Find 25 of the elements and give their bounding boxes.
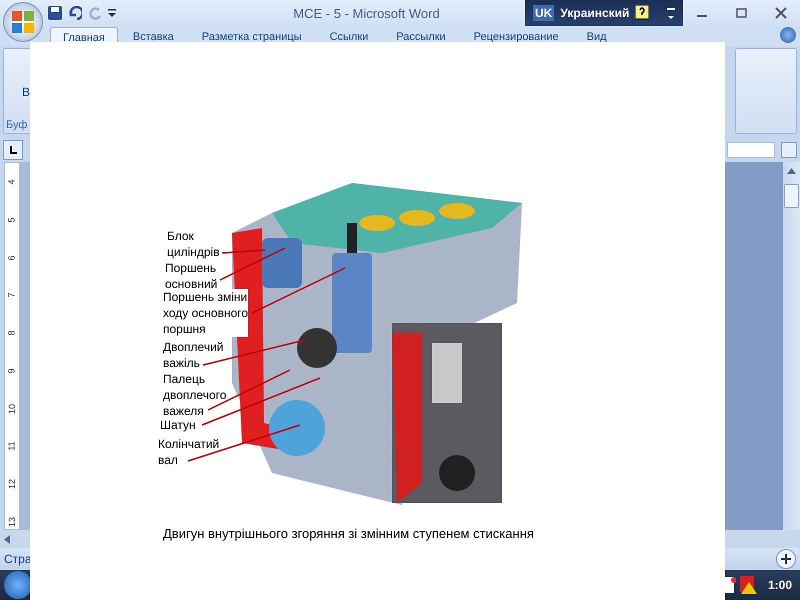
ribbon-tab[interactable]: Вставка: [120, 26, 187, 46]
ruler-number: 10: [7, 404, 17, 414]
ribbon-tab[interactable]: Ссылки: [316, 26, 382, 46]
window-title: MCE - 5 - Microsoft Word: [292, 6, 441, 20]
ribbon-tab[interactable]: Рассылки: [383, 26, 459, 46]
part-label: Поршень зміни ходу основного поршня: [163, 289, 248, 337]
language-code: UK: [533, 5, 554, 21]
group-label: Буф: [6, 119, 28, 131]
ruler-number: 6: [7, 255, 17, 260]
ruler-number: 13: [7, 516, 17, 527]
ruler-number: 4: [7, 180, 17, 184]
figure-caption: Двигун внутрішнього згоряння зі змінним ступенем стискання: [163, 526, 534, 541]
ruler-number: 12: [7, 479, 17, 490]
ruler-number: 7: [7, 292, 17, 298]
ruler-number: 11: [7, 442, 17, 452]
clock[interactable]: 1:00: [768, 578, 792, 592]
language-bar[interactable]: UK Украинский: [525, 0, 683, 26]
ribbon-tab[interactable]: Рецензирование: [460, 26, 572, 46]
ribbon-button[interactable]: В: [22, 85, 30, 99]
ruler-number: 9: [7, 368, 17, 374]
language-name: Украинский: [560, 6, 630, 20]
ribbon-tab[interactable]: Вид: [574, 26, 620, 46]
ruler-number: 5: [7, 217, 17, 222]
ruler-number: 8: [7, 330, 17, 336]
ribbon-tab[interactable]: Разметка страницы: [188, 26, 315, 46]
